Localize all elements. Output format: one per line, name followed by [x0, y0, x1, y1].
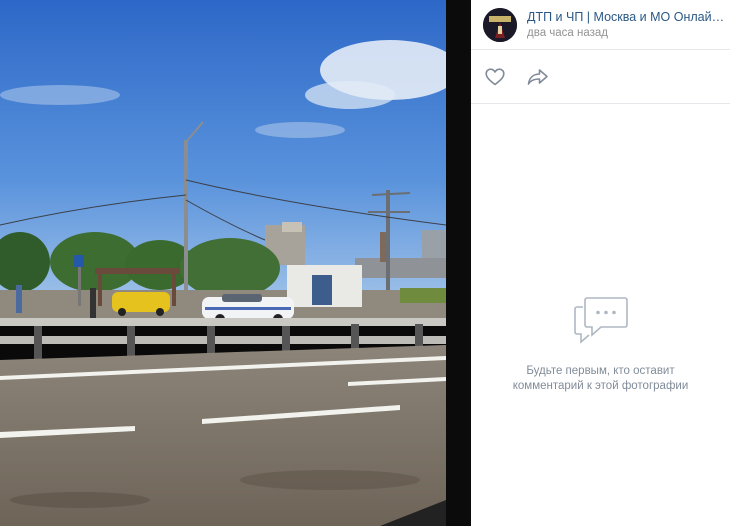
like-button[interactable] — [484, 66, 506, 88]
comments-bubble-icon — [573, 297, 628, 344]
heart-icon — [485, 67, 505, 85]
post-header: ДТП и ЧП | Москва и МО Онлайн | … два ча… — [471, 0, 730, 50]
post-author-link[interactable]: ДТП и ЧП | Москва и МО Онлайн | … — [527, 10, 727, 24]
share-arrow-icon — [527, 68, 548, 85]
avatar[interactable] — [483, 7, 517, 42]
empty-comments-line-1: Будьте первым, кто оставит — [526, 365, 675, 377]
share-button[interactable] — [527, 66, 549, 88]
photo-viewer[interactable] — [0, 0, 446, 526]
photo-side-panel: ДТП и ЧП | Москва и МО Онлайн | … два ча… — [471, 0, 730, 526]
post-actions — [471, 50, 730, 104]
comments-empty-state: Будьте первым, кто оставит комментарий к… — [471, 295, 730, 394]
street-photo — [0, 0, 446, 526]
viewer-divider — [446, 0, 471, 526]
post-time: два часа назад — [527, 27, 609, 39]
empty-comments-line-2: комментарий к этой фотографии — [512, 380, 689, 392]
group-logo-icon — [483, 7, 517, 42]
